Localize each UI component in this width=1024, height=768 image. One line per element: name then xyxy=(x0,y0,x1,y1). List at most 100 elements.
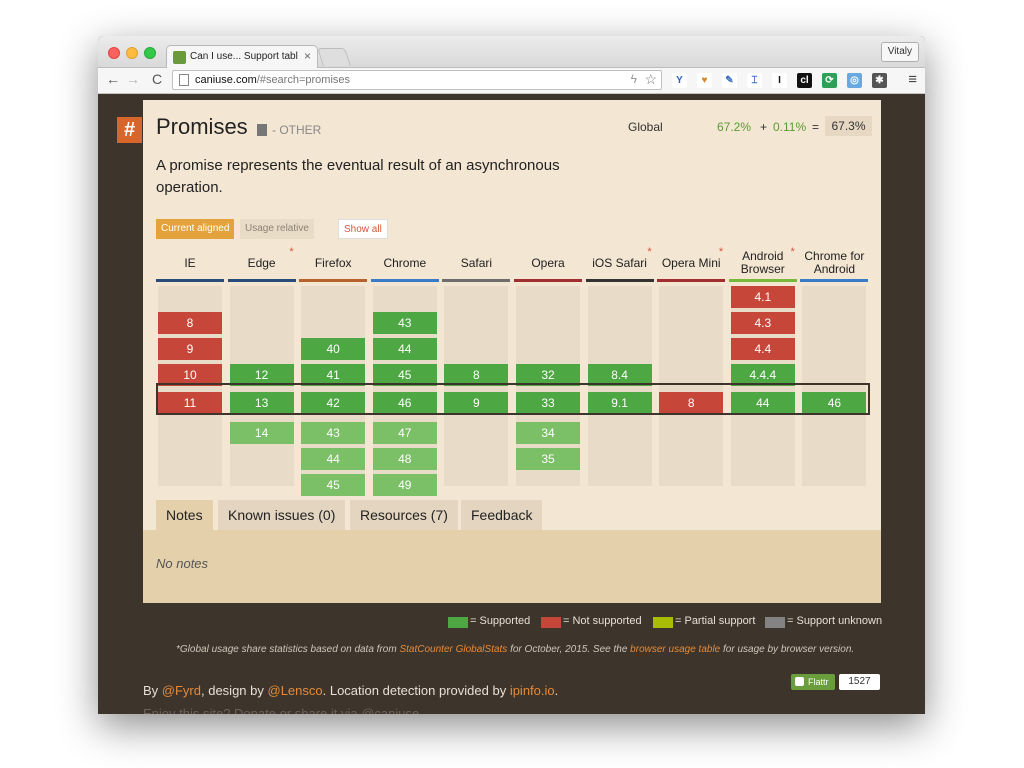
version-cell[interactable]: 48 xyxy=(372,448,437,470)
maximize-window-button[interactable] xyxy=(144,47,156,59)
extension-icon[interactable]: ✎ xyxy=(722,73,737,88)
extension-icon[interactable]: I xyxy=(772,73,787,88)
extension-icon[interactable]: Y xyxy=(672,73,687,88)
browser-column: Chrome for Android 46 xyxy=(800,246,869,494)
tab-feedback[interactable]: Feedback xyxy=(461,500,543,530)
browser-usage-table-link[interactable]: browser usage table xyxy=(630,644,720,655)
version-cell[interactable]: 4.3 xyxy=(730,312,795,334)
close-window-button[interactable] xyxy=(108,47,120,59)
version-cell[interactable]: 44 xyxy=(372,338,437,360)
legend-supported: = Supported xyxy=(470,615,531,627)
usage-relative-button[interactable]: Usage relative xyxy=(240,219,314,239)
version-cell[interactable]: 34 xyxy=(516,422,580,444)
browser-name: Chrome for Android xyxy=(804,249,865,276)
lensco-link[interactable]: @Lensco xyxy=(268,683,323,698)
support-table: IE 8 9 10 11 Edge * 12 13 14 Firefox 40 41 42 43 44 45 Ch… xyxy=(156,246,870,496)
version-cell[interactable]: 4.1 xyxy=(730,286,795,308)
feature-anchor-link[interactable]: # xyxy=(117,117,142,143)
statcounter-link[interactable]: StatCounter GlobalStats xyxy=(399,644,507,655)
version-cell[interactable]: 35 xyxy=(516,448,580,470)
browser-window: Can I use... Support tables × Vitaly ← →… xyxy=(98,36,925,714)
tab-known-issues[interactable]: Known issues (0) xyxy=(218,500,346,530)
extension-icon[interactable]: ✱ xyxy=(872,73,887,88)
show-all-button[interactable]: Show all xyxy=(338,219,388,239)
version-cell[interactable]: 43 xyxy=(301,422,366,444)
usage-footnote: *Global usage share statistics based on … xyxy=(176,644,854,655)
version-cell[interactable]: 4.4 xyxy=(730,338,795,360)
tab-title: Can I use... Support tables xyxy=(190,51,298,62)
page-content: # Promises - OTHER Global 67.2% + 0.11% … xyxy=(98,95,925,714)
browser-column: Android Browser * 4.1 4.3 4.4 4.4.4 44 xyxy=(728,246,797,494)
browser-tab[interactable]: Can I use... Support tables × xyxy=(166,45,318,69)
credits-text: By xyxy=(143,683,162,698)
minimize-window-button[interactable] xyxy=(126,47,138,59)
current-aligned-button[interactable]: Current aligned xyxy=(156,219,235,239)
browser-color-bar xyxy=(585,279,654,282)
usage-equals: = xyxy=(812,120,820,134)
extension-icon[interactable]: ♥ xyxy=(697,73,712,88)
version-cell[interactable]: 9 xyxy=(158,338,222,360)
feature-title: Promises xyxy=(156,114,248,139)
browser-column: Chrome 43 44 45 46 47 48 49 xyxy=(370,246,439,496)
back-icon[interactable]: ← xyxy=(104,71,122,87)
tab-notes[interactable]: Notes xyxy=(156,500,213,530)
browser-color-bar xyxy=(227,279,296,282)
flattr-count: 1527 xyxy=(839,674,880,690)
browser-color-bar xyxy=(442,279,511,282)
browser-color-bar xyxy=(728,279,797,282)
ipinfo-link[interactable]: ipinfo.io xyxy=(510,683,555,698)
browser-color-bar xyxy=(657,279,726,282)
global-usage-label: Global xyxy=(628,120,663,134)
extension-icon[interactable]: ⌶ xyxy=(747,73,762,88)
fyrd-link[interactable]: @Fyrd xyxy=(162,683,201,698)
browser-column: Edge * 12 13 14 xyxy=(227,246,296,494)
title-bar: Can I use... Support tables × Vitaly xyxy=(98,36,925,69)
browser-toolbar: ← → C caniuse.com/#search=promises ϟ ☆ Y… xyxy=(98,68,925,94)
version-cell[interactable]: 45 xyxy=(301,474,366,496)
feature-category: - OTHER xyxy=(272,123,322,137)
new-tab-button[interactable] xyxy=(317,48,351,66)
flattr-button[interactable]: Flattr xyxy=(791,674,835,690)
note-star-icon: * xyxy=(647,246,652,258)
note-star-icon: * xyxy=(289,246,294,258)
browser-name: Edge xyxy=(247,255,276,270)
version-cell[interactable]: 8 xyxy=(158,312,222,334)
bolt-icon[interactable]: ϟ xyxy=(631,72,637,86)
version-cell[interactable]: 14 xyxy=(229,422,294,444)
star-icon[interactable]: ☆ xyxy=(644,71,657,88)
reload-icon[interactable]: C xyxy=(148,71,166,87)
legend-unknown-swatch xyxy=(765,617,785,628)
version-cell[interactable]: 44 xyxy=(301,448,366,470)
legend-not-supported-swatch xyxy=(541,617,561,628)
usage-total: 67.3% xyxy=(825,116,872,136)
tab-close-icon[interactable]: × xyxy=(304,49,311,63)
footer-cut-text: Enjoy this site? Donate or share it via … xyxy=(143,706,420,714)
extension-icon[interactable]: cl xyxy=(797,73,812,88)
info-tabs: Notes Known issues (0) Resources (7) Fee… xyxy=(156,500,868,530)
address-bar[interactable]: caniuse.com/#search=promises ϟ ☆ xyxy=(172,70,662,90)
legend-partial-swatch xyxy=(653,617,673,628)
footnote-text: *Global usage share statistics based on … xyxy=(176,644,400,655)
credits-text: . Location detection provided by xyxy=(322,683,510,698)
notes-panel: No notes xyxy=(143,530,881,603)
tab-resources[interactable]: Resources (7) xyxy=(350,500,458,530)
url-text[interactable]: caniuse.com/#search=promises xyxy=(195,74,350,86)
version-cell[interactable]: 43 xyxy=(372,312,437,334)
browser-column: Opera 32 33 34 35 xyxy=(514,246,582,494)
browser-name: iOS Safari xyxy=(592,255,647,270)
browser-column: IE 8 9 10 11 xyxy=(156,246,224,494)
caniuse-favicon-icon xyxy=(173,51,186,64)
version-cell[interactable]: 49 xyxy=(372,474,437,496)
browser-color-bar xyxy=(299,279,368,282)
forward-icon[interactable]: → xyxy=(124,71,142,87)
version-cell[interactable]: 40 xyxy=(301,338,366,360)
browser-name: Firefox xyxy=(314,255,352,270)
menu-icon[interactable]: ≡ xyxy=(908,71,917,88)
version-cell[interactable]: 47 xyxy=(372,422,437,444)
extension-icon[interactable]: ◎ xyxy=(847,73,862,88)
profile-button[interactable]: Vitaly xyxy=(880,42,919,62)
spec-document-icon[interactable] xyxy=(257,124,267,136)
browser-name: Opera Mini xyxy=(661,255,721,270)
extension-icon[interactable]: ⟳ xyxy=(822,73,837,88)
browser-color-bar xyxy=(800,279,869,282)
